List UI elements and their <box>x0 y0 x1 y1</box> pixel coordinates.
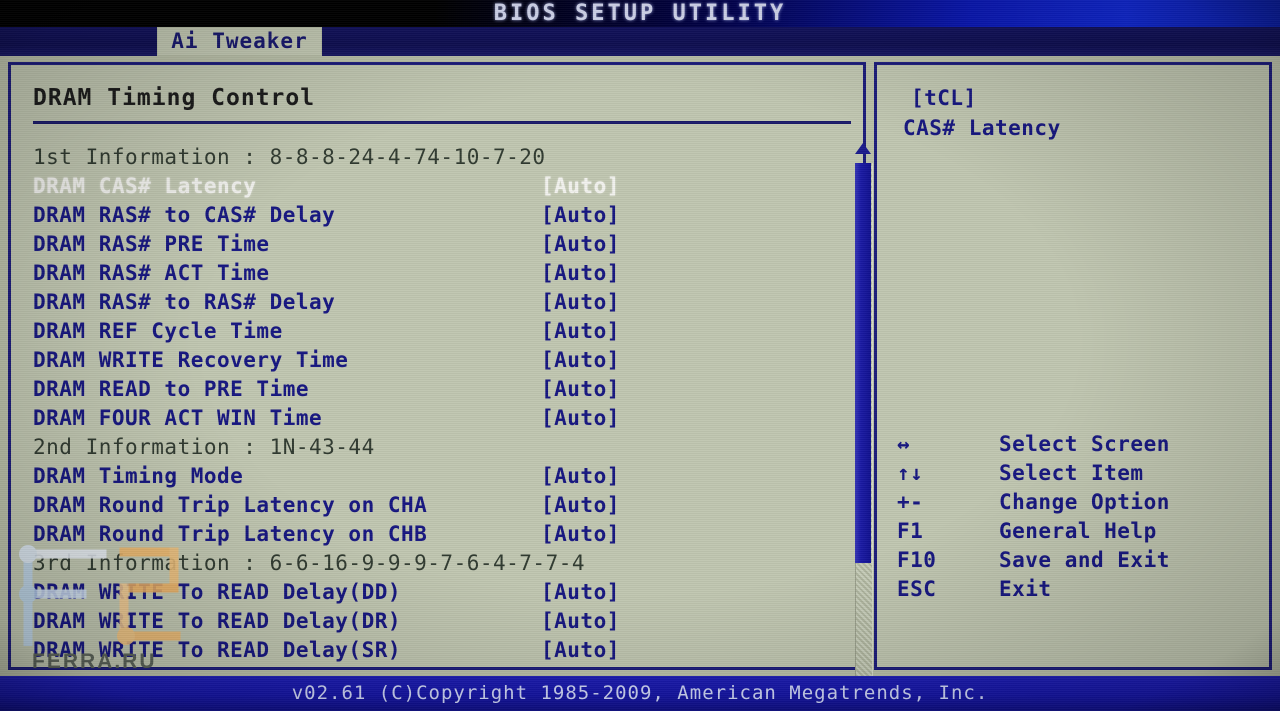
setting-value[interactable]: [Auto] <box>541 462 620 491</box>
legend-row: ↑↓ Select Item <box>891 459 1261 488</box>
help-line: CAS# Latency <box>903 116 1061 140</box>
triangle-up-icon[interactable] <box>855 139 871 159</box>
legend-key: ESC <box>897 577 937 601</box>
help-description: [tCL] CAS# Latency <box>903 83 1253 143</box>
setting-label: DRAM WRITE Recovery Time <box>33 348 349 372</box>
setting-label: DRAM WRITE To READ Delay(SR) <box>33 638 402 662</box>
setting-value[interactable]: [Auto] <box>541 288 620 317</box>
setting-value[interactable]: [Auto] <box>541 636 620 665</box>
legend-row: F10 Save and Exit <box>891 546 1261 575</box>
setting-row[interactable]: DRAM WRITE To READ Delay(DR) [Auto] <box>33 607 833 636</box>
info-row: 1st Information : 8-8-8-24-4-74-10-7-20 <box>33 143 833 172</box>
setting-value[interactable]: [Auto] <box>541 607 620 636</box>
setting-value[interactable]: [Auto] <box>541 578 620 607</box>
setting-label: DRAM RAS# PRE Time <box>33 232 270 256</box>
legend-description: Select Screen <box>999 432 1170 456</box>
legend-key: F10 <box>897 548 937 572</box>
setting-label: DRAM WRITE To READ Delay(DD) <box>33 580 402 604</box>
setting-row[interactable]: DRAM RAS# to RAS# Delay [Auto] <box>33 288 833 317</box>
legend-description: Select Item <box>999 461 1144 485</box>
tab-ai-tweaker-label: Ai Tweaker <box>171 29 308 53</box>
setting-label: 1st Information : 8-8-8-24-4-74-10-7-20 <box>33 145 546 169</box>
setting-label: DRAM RAS# ACT Time <box>33 261 270 285</box>
setting-row[interactable]: DRAM CAS# Latency [Auto] <box>33 172 833 201</box>
setting-label: DRAM REF Cycle Time <box>33 319 283 343</box>
settings-list: 1st Information : 8-8-8-24-4-74-10-7-20 D… <box>33 143 833 665</box>
info-row: 2nd Information : 1N-43-44 <box>33 433 833 462</box>
setting-value[interactable]: [Auto] <box>541 375 620 404</box>
setting-value[interactable]: [Auto] <box>541 317 620 346</box>
setting-label: DRAM WRITE To READ Delay(DR) <box>33 609 402 633</box>
setting-label: DRAM RAS# to CAS# Delay <box>33 203 336 227</box>
setting-value[interactable]: [Auto] <box>541 520 620 549</box>
info-row: 3rd Information : 6-6-16-9-9-9-7-6-4-7-7… <box>33 549 833 578</box>
legend-row: +- Change Option <box>891 488 1261 517</box>
copyright-bar: v02.61 (C)Copyright 1985-2009, American … <box>0 676 1280 711</box>
setting-label: DRAM CAS# Latency <box>33 174 257 198</box>
help-line: [tCL] <box>911 86 977 110</box>
panel-heading: DRAM Timing Control <box>33 85 316 111</box>
legend-description: Change Option <box>999 490 1170 514</box>
tab-ai-tweaker[interactable]: Ai Tweaker <box>157 27 322 56</box>
legend-description: General Help <box>999 519 1157 543</box>
setting-label: 2nd Information : 1N-43-44 <box>33 435 375 459</box>
setting-row[interactable]: DRAM Round Trip Latency on CHA [Auto] <box>33 491 833 520</box>
setting-value[interactable]: [Auto] <box>541 259 620 288</box>
left-right-arrow-icon: ↔ <box>897 432 911 456</box>
setting-row[interactable]: DRAM READ to PRE Time [Auto] <box>33 375 833 404</box>
setting-row[interactable]: DRAM Round Trip Latency on CHB [Auto] <box>33 520 833 549</box>
bios-screen: BIOS SETUP UTILITY Ai Tweaker DRAM Timin… <box>0 0 1280 711</box>
setting-row[interactable]: DRAM FOUR ACT WIN Time [Auto] <box>33 404 833 433</box>
setting-label: DRAM Round Trip Latency on CHB <box>33 522 428 546</box>
setting-row[interactable]: DRAM WRITE To READ Delay(DD) [Auto] <box>33 578 833 607</box>
setting-row[interactable]: DRAM Timing Mode [Auto] <box>33 462 833 491</box>
key-legend: ↔ Select Screen ↑↓ Select Item +- Change Opti… <box>891 430 1261 604</box>
legend-key: F1 <box>897 519 924 543</box>
setting-row[interactable]: DRAM RAS# ACT Time [Auto] <box>33 259 833 288</box>
title-bar: BIOS SETUP UTILITY <box>0 0 1280 27</box>
legend-row: ESC Exit <box>891 575 1261 604</box>
setting-value[interactable]: [Auto] <box>541 404 620 433</box>
setting-value[interactable]: [Auto] <box>541 201 620 230</box>
setting-label: DRAM RAS# to RAS# Delay <box>33 290 336 314</box>
setting-label: DRAM READ to PRE Time <box>33 377 310 401</box>
setting-row[interactable]: DRAM WRITE Recovery Time [Auto] <box>33 346 833 375</box>
setting-value[interactable]: [Auto] <box>541 230 620 259</box>
dram-timing-control-panel: DRAM Timing Control 1st Information : 8-… <box>8 62 873 711</box>
setting-value[interactable]: [Auto] <box>541 172 620 201</box>
scrollbar-thumb[interactable] <box>855 163 871 563</box>
setting-label: DRAM Timing Mode <box>33 464 244 488</box>
help-panel: [tCL] CAS# Latency ↔ Select Screen ↑↓ Select… <box>874 62 1272 670</box>
setting-row[interactable]: DRAM RAS# PRE Time [Auto] <box>33 230 833 259</box>
up-down-arrow-icon: ↑↓ <box>897 461 924 485</box>
setting-label: 3rd Information : 6-6-16-9-9-9-7-6-4-7-7… <box>33 551 586 575</box>
copyright-text: v02.61 (C)Copyright 1985-2009, American … <box>291 682 989 704</box>
legend-row: ↔ Select Screen <box>891 430 1261 459</box>
setting-value[interactable]: [Auto] <box>541 491 620 520</box>
setting-value[interactable]: [Auto] <box>541 346 620 375</box>
legend-row: F1 General Help <box>891 517 1261 546</box>
setting-label: DRAM FOUR ACT WIN Time <box>33 406 323 430</box>
page-title: BIOS SETUP UTILITY <box>493 1 787 26</box>
setting-label: DRAM Round Trip Latency on CHA <box>33 493 428 517</box>
setting-row[interactable]: DRAM WRITE To READ Delay(SR) [Auto] <box>33 636 833 665</box>
setting-row[interactable]: DRAM REF Cycle Time [Auto] <box>33 317 833 346</box>
setting-row[interactable]: DRAM RAS# to CAS# Delay [Auto] <box>33 201 833 230</box>
plus-minus-icon: +- <box>897 490 924 514</box>
legend-description: Exit <box>999 577 1052 601</box>
legend-description: Save and Exit <box>999 548 1170 572</box>
settings-scrollbar[interactable] <box>853 137 873 711</box>
heading-divider <box>33 121 851 124</box>
